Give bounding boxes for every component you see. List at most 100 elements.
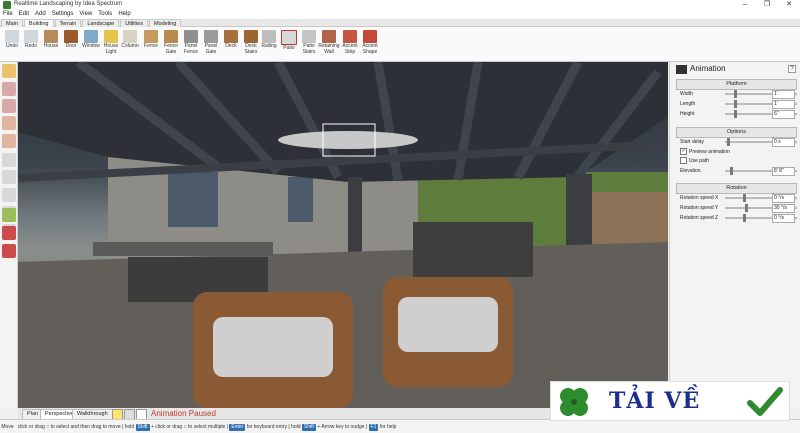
title-bar: Realtime Landscaping by Idea Spectrum – … — [0, 0, 800, 10]
width-value[interactable]: 1' — [772, 90, 795, 99]
menu-help[interactable]: Help — [115, 10, 133, 19]
slider-thumb[interactable] — [733, 100, 737, 108]
zoom-icon[interactable] — [2, 170, 16, 184]
maximize-icon[interactable]: ❐ — [756, 0, 778, 10]
preview-animation-checkbox[interactable]: ✓ Preview animation — [680, 148, 790, 156]
zoom-extents-icon[interactable] — [2, 188, 16, 202]
elevation-row: Elevation 8' 8" — [680, 167, 797, 176]
window-button[interactable]: Window — [80, 29, 102, 60]
watermark-text: TẢI VỀ — [609, 388, 701, 414]
length-value[interactable]: 1' — [772, 100, 795, 109]
rotation-y-value[interactable]: 30 °/s — [772, 204, 795, 213]
animation-status: Animation Paused — [151, 409, 216, 418]
perspective-viewport[interactable] — [18, 62, 668, 408]
slider-thumb[interactable] — [727, 138, 731, 146]
section-rotation[interactable]: Rotation — [676, 183, 797, 194]
menu-view[interactable]: View — [76, 10, 95, 19]
start-delay-value[interactable]: 0 s — [772, 138, 795, 147]
fence-button[interactable]: Fence — [140, 29, 162, 60]
column-button[interactable]: Column — [119, 29, 141, 60]
retaining-wall-button[interactable]: Retaining Wall — [318, 29, 340, 60]
chair-cushion — [398, 297, 498, 352]
section-options[interactable]: Options — [676, 127, 797, 138]
menu-edit[interactable]: Edit — [16, 10, 32, 19]
status-text: hold — [124, 424, 135, 430]
railing-button[interactable]: Railing — [258, 29, 280, 60]
help-button[interactable]: ? — [788, 65, 796, 73]
rotation-y-row: Rotation speed Y 30 °/s — [680, 204, 797, 213]
height-value[interactable]: 6" — [772, 110, 795, 119]
status-text: hold — [291, 424, 301, 430]
accent-shape-icon — [363, 30, 377, 43]
line-tool-icon[interactable] — [2, 116, 16, 130]
pan-hand-icon[interactable] — [2, 153, 16, 167]
redo-icon — [24, 30, 38, 43]
status-text: to select and then drag to move — [50, 424, 121, 430]
close-icon[interactable]: ✕ — [778, 0, 800, 10]
rotation-x-value[interactable]: 0 °/s — [772, 194, 795, 203]
status-text: for help — [379, 424, 397, 430]
panel-title: Animation — [690, 64, 726, 73]
slider-thumb[interactable] — [744, 204, 748, 212]
platform-length-row: Length 1' — [680, 100, 797, 109]
panel-gate-button[interactable]: Panel Gate — [200, 29, 222, 60]
window-title: Realtime Landscaping by Idea Spectrum — [14, 1, 123, 7]
menu-add[interactable]: Add — [32, 10, 49, 19]
properties-panel: Animation ? Platform Width 1' Length 1' … — [669, 62, 800, 408]
slider-thumb[interactable] — [733, 110, 737, 118]
bar-stools — [413, 222, 533, 277]
slider-thumb[interactable] — [733, 90, 737, 98]
arc-tool-icon[interactable] — [2, 134, 16, 148]
panel-header: Animation ? — [670, 62, 800, 76]
status-mode: Move — [1, 424, 14, 430]
slider-thumb[interactable] — [742, 194, 746, 202]
magnet-icon[interactable] — [2, 226, 16, 240]
menu-settings[interactable]: Settings — [49, 10, 77, 19]
status-bar: Move click or drag ○ to select and then … — [0, 419, 800, 433]
accent-strip-button[interactable]: Accent Strip — [339, 29, 361, 60]
retaining-wall-icon — [322, 30, 336, 43]
status-text: + click or drag — [150, 424, 183, 430]
menu-tools[interactable]: Tools — [95, 10, 115, 19]
patio-button[interactable]: Patio — [278, 29, 300, 60]
redo-button[interactable]: Redo — [20, 29, 42, 60]
use-path-checkbox[interactable]: Use path — [680, 157, 790, 165]
f1-key-badge: F1 — [368, 424, 379, 431]
ribbon-tabs: Main Building Terrain Landscape Utilities Mod… — [0, 19, 800, 28]
slider-thumb[interactable] — [742, 214, 746, 222]
minimize-icon[interactable]: – — [734, 0, 756, 10]
light-icon — [104, 30, 118, 43]
select-arrow-icon[interactable] — [2, 64, 16, 78]
fence-icon — [144, 30, 158, 43]
rotation-z-value[interactable]: 0 °/s — [772, 214, 795, 223]
door-button[interactable]: Door — [60, 29, 82, 60]
checkmark-icon — [747, 387, 783, 416]
accent-shape-button[interactable]: Accent Shape — [359, 29, 381, 60]
dining-table — [93, 242, 273, 256]
panel-gate-icon — [204, 30, 218, 43]
fence-gate-icon — [164, 30, 178, 43]
mouse-icon: ○ — [46, 424, 50, 430]
shift-key-badge: Shift — [135, 424, 150, 431]
panel-fence-button[interactable]: Panel Fence — [180, 29, 202, 60]
undo-curve-icon[interactable] — [2, 82, 16, 96]
house-button[interactable]: House — [40, 29, 62, 60]
column-icon — [123, 30, 137, 43]
elevation-value[interactable]: 8' 8" — [772, 167, 795, 176]
checkbox-checked[interactable]: ✓ — [680, 148, 687, 156]
app-icon — [3, 1, 11, 9]
snap-grid-icon[interactable] — [2, 208, 16, 222]
checkbox-unchecked[interactable] — [680, 157, 687, 165]
clapper-icon — [676, 65, 687, 74]
fence-gate-button[interactable]: Fence Gate — [160, 29, 182, 60]
slider-thumb[interactable] — [730, 167, 734, 175]
section-platform[interactable]: Platform — [676, 79, 797, 90]
door-icon — [64, 30, 78, 43]
status-text: click or drag — [17, 424, 45, 430]
deck-button[interactable]: Deck — [220, 29, 242, 60]
menu-file[interactable]: File — [0, 10, 16, 19]
patio-stairs-button[interactable]: Patio Stairs — [298, 29, 320, 60]
panel-fence-icon — [184, 30, 198, 43]
magnet-alt-icon[interactable] — [2, 244, 16, 258]
redo-curve-icon[interactable] — [2, 99, 16, 113]
